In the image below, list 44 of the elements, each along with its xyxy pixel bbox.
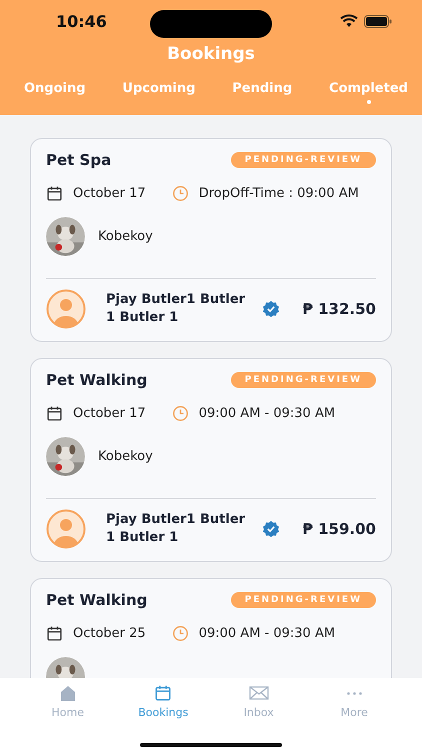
mail-icon [248, 684, 269, 702]
clock-icon [172, 185, 189, 202]
page-title: Bookings [166, 44, 256, 64]
clock-icon [172, 405, 189, 422]
nav-tab[interactable]: Bookings [128, 684, 198, 719]
calendar-icon [153, 684, 174, 702]
provider-name: Pjay Butler1 Butler 1 Butler 1 [106, 291, 246, 327]
avatar-icon [46, 289, 86, 329]
booking-time: 09:00 AM - 09:30 AM [198, 626, 336, 641]
wifi-icon [340, 14, 358, 28]
nav-tab[interactable]: More [319, 684, 390, 719]
price: ₱ 159.00 [302, 520, 376, 538]
calendar-icon [46, 185, 63, 202]
calendar-icon [46, 625, 63, 642]
booking-time: 09:00 AM - 09:30 AM [198, 406, 336, 421]
nav-tab[interactable]: Inbox [224, 684, 294, 719]
battery-icon [364, 14, 392, 28]
avatar-icon [46, 509, 86, 549]
clock-icon [172, 625, 189, 642]
provider-name: Pjay Butler1 Butler 1 Butler 1 [106, 511, 246, 547]
service-title: Pet Walking [46, 591, 148, 609]
booking-date: October 17 [73, 186, 146, 201]
status-badge: PENDING-REVIEW [230, 152, 376, 168]
booking-card[interactable]: Pet Walking PENDING-REVIEW October 17 09:00 AM - 09:30 AM Kobekoy Pjay Butler1 Butler 1 Butler 1 ₱ 159.00 [30, 358, 392, 562]
booking-time: DropOff-Time : 09:00 AM [198, 186, 359, 201]
booking-card[interactable]: Pet Walking PENDING-REVIEW October 25 09:00 AM - 09:30 AM [30, 578, 392, 678]
price: ₱ 132.50 [302, 300, 376, 318]
booking-tab[interactable]: Ongoing [24, 81, 86, 104]
booking-card[interactable]: Pet Spa PENDING-REVIEW October 17 DropOff-Time : 09:00 AM Kobekoy Pjay Butler1 Butler 1 Butler 1 ₱ 132.50 [30, 138, 392, 342]
booking-tab[interactable]: Completed [329, 81, 408, 104]
booking-date: October 17 [73, 406, 146, 421]
service-title: Pet Spa [46, 151, 112, 169]
booking-tab[interactable]: Upcoming [122, 81, 196, 104]
nav-tab[interactable]: Home [32, 684, 103, 719]
booking-tab[interactable]: Pending [232, 81, 292, 104]
service-title: Pet Walking [46, 371, 148, 389]
booking-date: October 25 [73, 626, 146, 641]
status-badge: PENDING-REVIEW [230, 592, 376, 608]
more-icon [346, 692, 362, 694]
pet-name: Kobekoy [98, 229, 153, 244]
status-time: 10:46 [56, 12, 107, 30]
status-badge: PENDING-REVIEW [230, 372, 376, 388]
calendar-icon [46, 405, 63, 422]
pet-name: Kobekoy [98, 449, 153, 464]
